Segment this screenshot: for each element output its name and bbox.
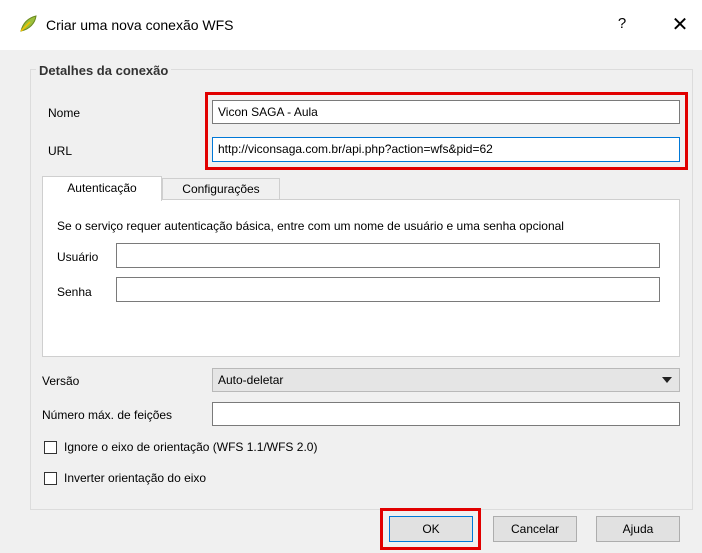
title-bar: Criar uma nova conexão WFS ? ✕ — [0, 0, 702, 50]
senha-label: Senha — [57, 285, 92, 299]
usuario-label: Usuário — [57, 250, 99, 264]
ignore-axis-label: Ignore o eixo de orientação (WFS 1.1/WFS… — [64, 440, 318, 454]
dialog-title: Criar uma nova conexão WFS — [46, 17, 234, 33]
ignore-axis-checkbox[interactable] — [44, 441, 57, 454]
url-label: URL — [48, 144, 73, 158]
invert-axis-label: Inverter orientação do eixo — [64, 471, 207, 485]
qgis-leaf-icon — [20, 15, 37, 32]
tab-autenticacao[interactable]: Autenticação — [42, 176, 162, 201]
group-title: Detalhes da conexão — [36, 63, 172, 78]
nome-input[interactable]: Vicon SAGA - Aula — [212, 100, 680, 124]
chevron-down-icon — [662, 377, 672, 383]
auth-info-text: Se o serviço requer autenticação básica,… — [57, 219, 564, 233]
senha-input[interactable] — [116, 277, 660, 302]
close-button[interactable]: ✕ — [668, 12, 692, 37]
invert-axis-checkbox-row[interactable]: Inverter orientação do eixo — [44, 471, 264, 489]
max-features-label: Número máx. de feições — [42, 408, 173, 422]
nome-label: Nome — [48, 106, 81, 120]
max-features-input[interactable] — [212, 402, 680, 426]
versao-selected-value: Auto-deletar — [218, 373, 284, 387]
tab-configuracoes[interactable]: Configurações — [162, 178, 280, 200]
cancel-button[interactable]: Cancelar — [493, 516, 577, 542]
help-title-button[interactable]: ? — [612, 15, 632, 32]
versao-label: Versão — [42, 374, 80, 388]
help-button[interactable]: Ajuda — [596, 516, 680, 542]
url-input[interactable]: http://viconsaga.com.br/api.php?action=w… — [212, 137, 680, 162]
ok-button[interactable]: OK — [389, 516, 473, 542]
ignore-axis-checkbox-row[interactable]: Ignore o eixo de orientação (WFS 1.1/WFS… — [44, 440, 384, 458]
usuario-input[interactable] — [116, 243, 660, 268]
invert-axis-checkbox[interactable] — [44, 472, 57, 485]
versao-select[interactable]: Auto-deletar — [212, 368, 680, 392]
